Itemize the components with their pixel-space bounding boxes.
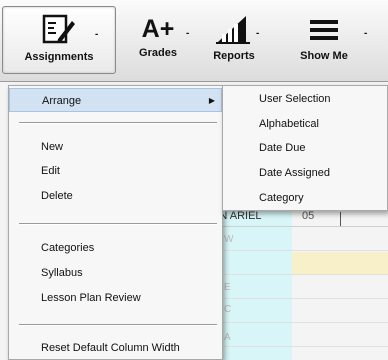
menu-item-syllabus[interactable]: Syllabus [9,261,222,285]
submenu-item-date-assigned[interactable]: Date Assigned [223,161,387,185]
grid-line [210,274,388,275]
menu-item-lesson-plan-review-label: Lesson Plan Review [41,292,141,304]
submenu-item-user-selection[interactable]: User Selection [223,87,387,111]
menu-item-categories[interactable]: Categories [9,236,222,260]
toolbar: Assignments - A+ Grades - Reports - Show… [0,0,388,82]
grid-fragment: W [224,234,234,245]
show-me-caret: - [364,28,368,39]
menu-item-categories-label: Categories [41,242,95,254]
grid-partial-number: 05 [302,210,315,222]
reports-label: Reports [213,50,255,62]
grid-yellow-row [292,252,388,274]
menu-item-arrange[interactable]: Arrange ▶ [9,88,222,112]
submenu-item-category[interactable]: Category [223,186,387,210]
grid-line [210,250,388,251]
menu-item-new[interactable]: New [9,135,222,159]
submenu-item-date-due[interactable]: Date Due [223,136,387,160]
reports-button[interactable]: Reports - [202,6,266,74]
assignments-menu: Arrange ▶ New Edit Delete Categories Syl… [8,85,223,360]
menu-item-new-label: New [41,141,64,153]
reports-caret: - [256,28,260,39]
grid-fragment: C [224,304,232,315]
show-me-button[interactable]: Show Me - [284,6,368,74]
assignments-caret: - [95,29,99,40]
submenu-item-alphabetical[interactable]: Alphabetical [223,112,387,136]
grid-fragment: E [224,282,231,293]
menu-item-delete[interactable]: Delete [9,184,222,208]
grid-column-divider [340,212,341,226]
menu-item-arrange-label: Arrange [42,95,82,107]
show-me-label: Show Me [300,50,348,62]
menu-item-lesson-plan-review[interactable]: Lesson Plan Review [9,286,222,310]
grades-label: Grades [139,47,177,59]
menu-separator [19,122,217,124]
grid-line [210,346,388,347]
menu-item-syllabus-label: Syllabus [41,267,83,279]
menu-item-edit-label: Edit [41,165,60,177]
menu-item-delete-label: Delete [41,190,73,202]
grid-line [210,226,388,227]
menu-item-reset-default-column-width[interactable]: Reset Default Column Width [9,336,222,360]
grades-button[interactable]: A+ Grades - [126,6,190,74]
menu-item-reset-default-column-width-label: Reset Default Column Width [41,342,180,354]
assignments-button[interactable]: Assignments - [2,6,116,74]
assignments-icon [42,14,75,44]
submenu-arrow-icon: ▶ [208,96,215,105]
arrange-submenu: User Selection Alphabetical Date Due Dat… [222,85,388,211]
grid-line [210,298,388,299]
grid-line [210,322,388,323]
grades-icon: A+ [141,15,175,43]
menu-separator [19,223,217,225]
assignments-label: Assignments [24,51,94,63]
reports-icon [216,16,250,44]
hamburger-icon [310,20,338,40]
grid-fragment: A [224,332,231,343]
grades-caret: - [186,28,190,39]
menu-item-edit[interactable]: Edit [9,159,222,183]
menu-separator [19,324,217,326]
